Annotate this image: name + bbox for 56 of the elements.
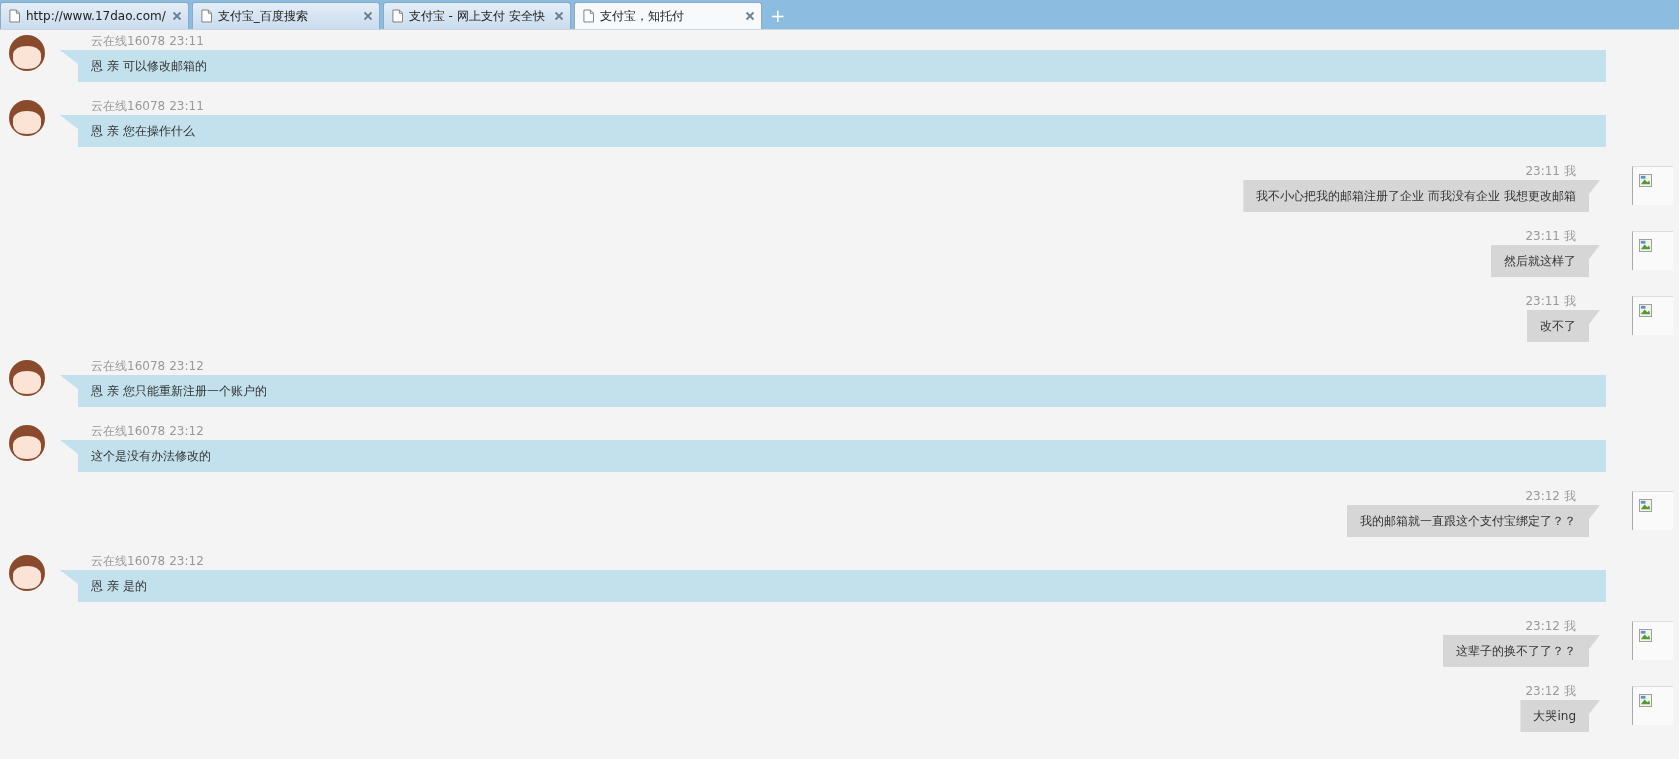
sender-name: 云在线16078: [91, 33, 166, 50]
browser-tab[interactable]: http://www.17dao.com/: [0, 2, 189, 29]
sender-name: 我: [1564, 293, 1576, 310]
page-icon: [9, 9, 20, 23]
browser-tab[interactable]: 支付宝_百度搜索: [191, 2, 380, 29]
message-bubble: 恩 亲 可以修改邮箱的: [60, 50, 1606, 82]
sender-name: 我: [1564, 163, 1576, 180]
message-time: 23:12: [169, 358, 204, 375]
avatar-icon: [7, 422, 47, 462]
message-time: 23:11: [1525, 228, 1560, 245]
sender-name: 云在线16078: [91, 358, 166, 375]
message-bubble: 恩 亲 您在操作什么: [60, 115, 1606, 147]
avatar-icon: [7, 357, 47, 397]
message-time: 23:12: [169, 553, 204, 570]
close-icon[interactable]: [171, 11, 182, 21]
sender-name: 我: [1564, 488, 1576, 505]
message-time: 23:12: [169, 423, 204, 440]
browser-tab[interactable]: 支付宝 - 网上支付 安全快: [382, 2, 571, 29]
image-icon: [1639, 499, 1652, 512]
message-bubble: 这辈子的换不了了？？: [1443, 635, 1600, 667]
avatar-icon: [7, 97, 47, 137]
close-icon[interactable]: [744, 11, 755, 21]
sender-name: 我: [1564, 683, 1576, 700]
message-time: 23:12: [1525, 683, 1560, 700]
message-bubble: 我不小心把我的邮箱注册了企业 而我没有企业 我想更改邮箱: [1243, 180, 1600, 212]
close-icon[interactable]: [362, 11, 373, 21]
image-icon: [1639, 694, 1652, 707]
page-icon: [582, 9, 594, 23]
sender-name: 云在线16078: [91, 423, 166, 440]
sender-name: 云在线16078: [91, 553, 166, 570]
message-bubble: 然后就这样了: [1491, 245, 1600, 277]
close-icon[interactable]: [553, 11, 564, 21]
message-bubble: 我的邮箱就一直跟这个支付宝绑定了？？: [1347, 505, 1600, 537]
message-bubble: 大哭ing: [1520, 700, 1600, 732]
message-bubble: 改不了: [1527, 310, 1600, 342]
message-bubble: 这个是没有办法修改的: [60, 440, 1606, 472]
message-bubble: 恩 亲 您只能重新注册一个账户的: [60, 375, 1606, 407]
sender-name: 我: [1564, 228, 1576, 245]
avatar-icon: [7, 552, 47, 592]
page-icon: [391, 9, 403, 23]
sender-name: 云在线16078: [91, 98, 166, 115]
image-icon: [1639, 174, 1652, 187]
message-time: 23:11: [169, 98, 204, 115]
image-icon: [1639, 629, 1652, 642]
message-time: 23:11: [1525, 293, 1560, 310]
image-icon: [1639, 239, 1652, 252]
message-bubble: 恩 亲 是的: [60, 570, 1606, 602]
page-icon: [200, 9, 212, 23]
avatar-icon: [7, 32, 47, 72]
message-time: 23:11: [169, 33, 204, 50]
message-time: 23:12: [1525, 618, 1560, 635]
sender-name: 我: [1564, 618, 1576, 635]
image-icon: [1639, 304, 1652, 317]
browser-tab[interactable]: 支付宝，知托付: [573, 2, 762, 29]
message-time: 23:11: [1525, 163, 1560, 180]
message-time: 23:12: [1525, 488, 1560, 505]
